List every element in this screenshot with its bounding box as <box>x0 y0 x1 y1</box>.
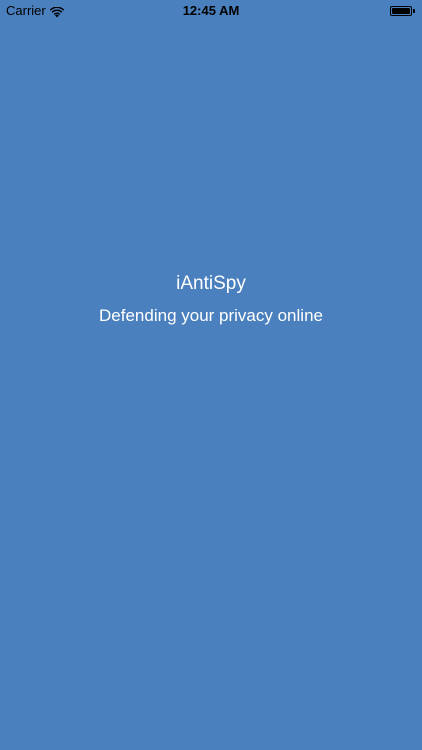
launch-screen: { "status_bar": { "carrier": "Carrier", … <box>0 0 422 750</box>
app-tagline: Defending your privacy online <box>99 306 323 325</box>
app-title: iAntiSpy <box>176 273 246 294</box>
clock: 12:45 AM <box>182 3 240 18</box>
battery-body <box>390 6 412 16</box>
battery-tip <box>413 9 415 13</box>
status-bar: Carrier 12:45 AM <box>0 0 422 22</box>
battery-full-icon <box>390 5 416 17</box>
battery-fill <box>392 8 410 14</box>
